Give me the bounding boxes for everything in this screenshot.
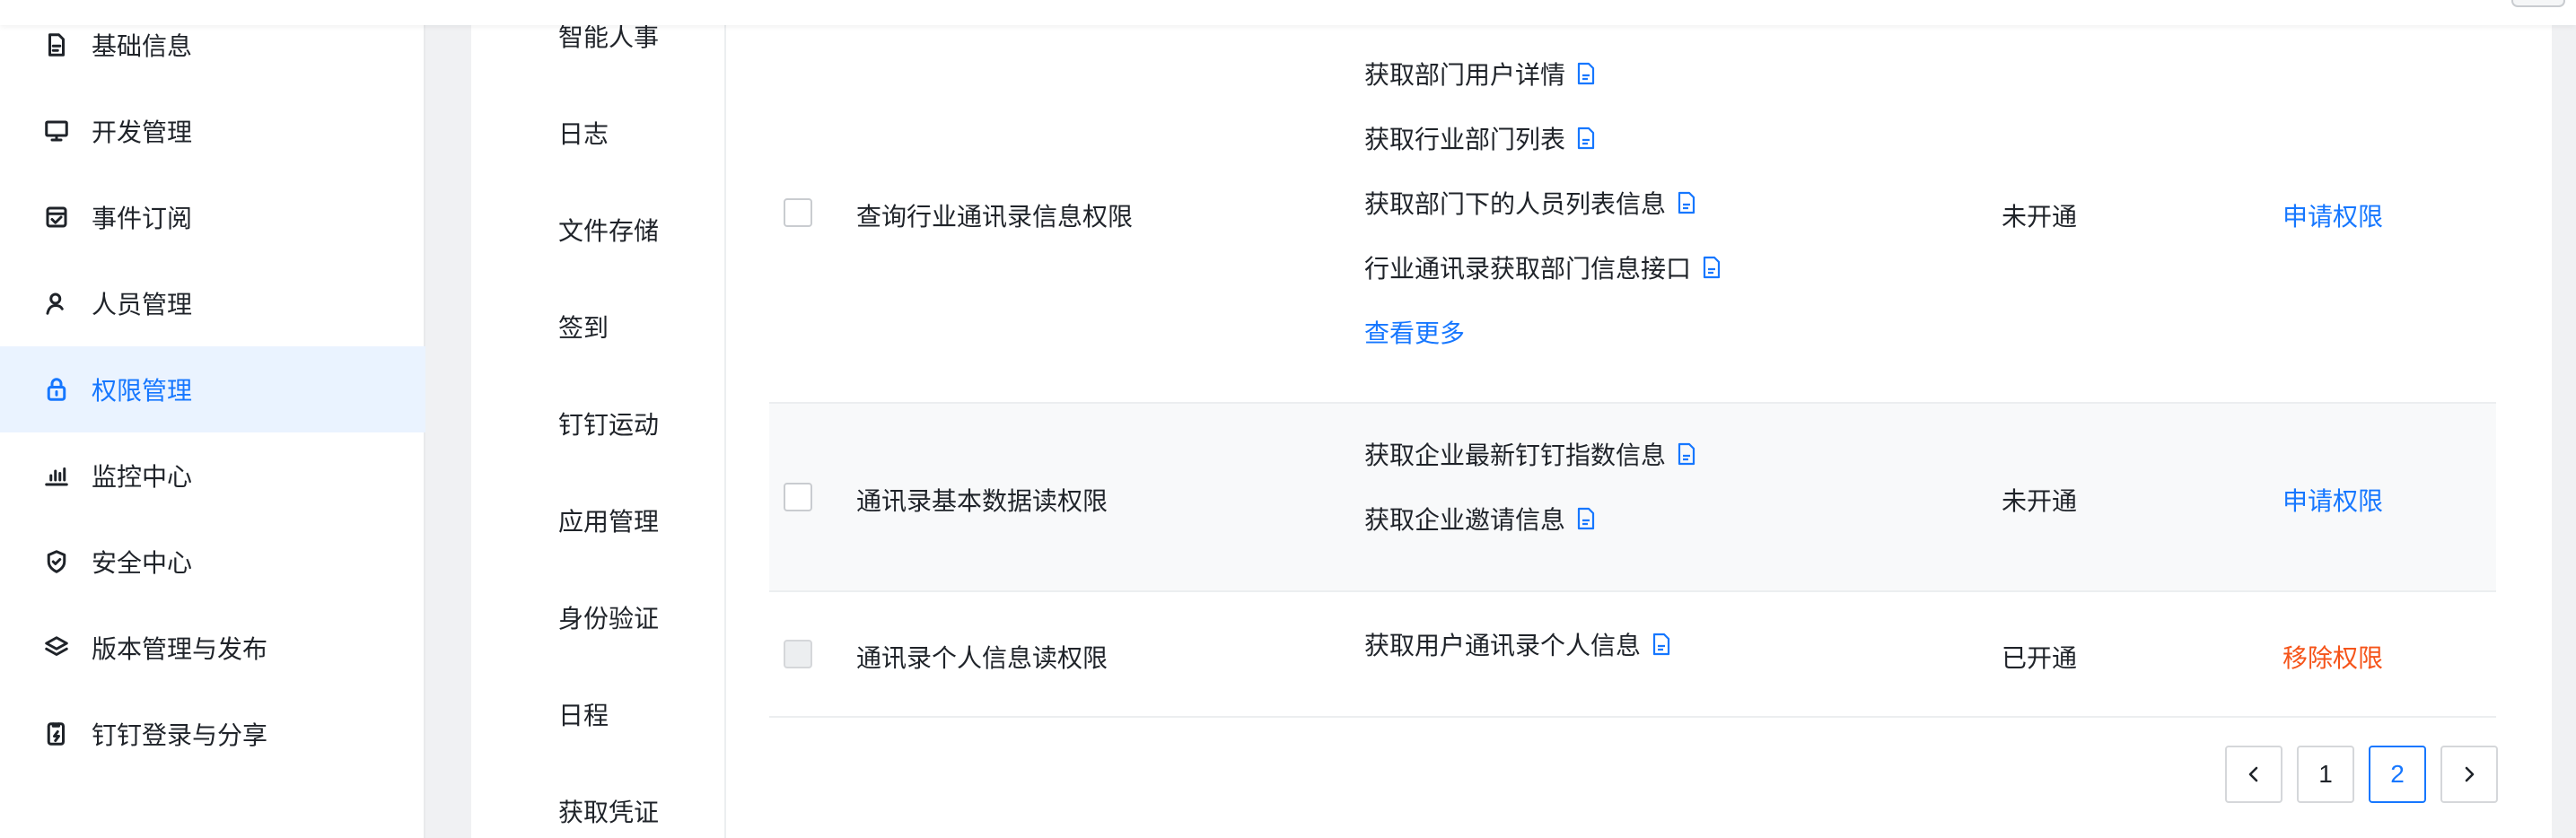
table-row: 查询行业通讯录信息权限 获取部门用户详情 获取行业部门列表 获取部门下的人员列表…	[769, 0, 2496, 404]
next-page-button[interactable]	[2440, 746, 2498, 803]
api-item: 获取行业部门列表	[1364, 120, 1596, 156]
shield-icon	[41, 546, 72, 577]
doc-link-icon[interactable]	[1576, 62, 1596, 85]
category-item[interactable]: 日程	[558, 696, 609, 732]
api-label: 获取行业部门列表	[1364, 126, 1566, 153]
row-checkbox	[784, 640, 812, 668]
api-label: 获取用户通讯录个人信息	[1364, 632, 1642, 659]
calendar-check-icon	[41, 202, 72, 232]
row-checkbox[interactable]	[784, 198, 812, 227]
status-text: 已开通	[2002, 644, 2078, 672]
page-button-2[interactable]: 2	[2369, 746, 2426, 803]
sidebar-item-login-share[interactable]: 钉钉登录与分享	[0, 691, 425, 777]
remove-permission-link[interactable]: 移除权限	[2282, 639, 2383, 675]
row-checkbox[interactable]	[784, 483, 812, 511]
sidebar-item-label: 监控中心	[92, 463, 193, 491]
api-label: 获取部门用户详情	[1364, 61, 1566, 89]
permission-name: 通讯录基本数据读权限	[856, 487, 1108, 515]
doc-link-icon[interactable]	[1677, 442, 1696, 466]
api-item: 获取部门下的人员列表信息	[1364, 185, 1696, 221]
category-item[interactable]: 日志	[558, 115, 609, 151]
doc-link-icon[interactable]	[1652, 633, 1671, 656]
chevron-right-icon	[2465, 766, 2475, 782]
api-label: 获取企业邀请信息	[1364, 506, 1566, 534]
api-item: 行业通讯录获取部门信息接口	[1364, 249, 1722, 285]
api-item: 获取企业邀请信息	[1364, 501, 1596, 537]
api-label: 行业通讯录获取部门信息接口	[1364, 255, 1692, 283]
doc-link-icon[interactable]	[1576, 127, 1596, 150]
chevron-left-icon	[2248, 766, 2258, 782]
sidebar-item-label: 版本管理与发布	[92, 635, 268, 663]
sidebar-item-event-subscription[interactable]: 事件订阅	[0, 174, 425, 260]
sidebar-item-permission-management[interactable]: 权限管理	[0, 346, 425, 432]
table-row: 通讯录基本数据读权限 获取企业最新钉钉指数信息 获取企业邀请信息 未开通 申请权…	[769, 404, 2496, 592]
permission-name: 通讯录个人信息读权限	[856, 644, 1108, 672]
sidebar-item-label: 钉钉登录与分享	[92, 721, 268, 749]
doc-link-icon[interactable]	[1702, 256, 1722, 279]
status-text: 未开通	[2002, 203, 2078, 231]
permission-table: 查询行业通讯录信息权限 获取部门用户详情 获取行业部门列表 获取部门下的人员列表…	[769, 0, 2498, 838]
category-list: 智能人事 日志 文件存储 签到 钉钉运动 应用管理 身份验证 日程 获取凭证	[471, 0, 726, 838]
sidebar-item-monitoring-center[interactable]: 监控中心	[0, 432, 425, 519]
sidebar-item-security-center[interactable]: 安全中心	[0, 519, 425, 605]
bar-chart-icon	[41, 460, 72, 491]
api-item: 获取部门用户详情	[1364, 56, 1596, 92]
layers-icon	[41, 633, 72, 663]
doc-link-icon[interactable]	[1576, 507, 1596, 530]
category-item[interactable]: 身份验证	[558, 599, 659, 635]
category-item[interactable]: 获取凭证	[558, 793, 659, 829]
pagination: 1 2	[2225, 746, 2498, 803]
phone-share-icon	[41, 719, 72, 749]
lock-icon	[41, 374, 72, 405]
sidebar-item-label: 权限管理	[92, 377, 193, 405]
sidebar-item-staff-management[interactable]: 人员管理	[0, 260, 425, 346]
top-bar	[0, 0, 2576, 25]
monitor-icon	[41, 116, 72, 146]
sidebar-item-label: 开发管理	[92, 118, 193, 146]
api-label: 获取企业最新钉钉指数信息	[1364, 441, 1667, 469]
sidebar-item-label: 事件订阅	[92, 205, 193, 232]
sidebar: 基础信息 开发管理 事件订阅 人员管理 权限管理 监控中心 安全中心 版本管理与…	[0, 0, 425, 838]
user-icon	[41, 288, 72, 319]
view-more-link[interactable]: 查看更多	[1364, 314, 1465, 350]
api-item: 获取用户通讯录个人信息	[1364, 626, 1671, 662]
sidebar-item-dev-management[interactable]: 开发管理	[0, 88, 425, 174]
apply-permission-link[interactable]: 申请权限	[2282, 482, 2383, 518]
category-item[interactable]: 签到	[558, 309, 609, 345]
document-icon	[41, 30, 72, 60]
api-label: 获取部门下的人员列表信息	[1364, 190, 1667, 218]
category-item[interactable]: 文件存储	[558, 212, 659, 248]
sidebar-item-label: 人员管理	[92, 291, 193, 319]
permission-name: 查询行业通讯录信息权限	[856, 203, 1134, 231]
sidebar-item-version-release[interactable]: 版本管理与发布	[0, 605, 425, 691]
doc-link-icon[interactable]	[1677, 191, 1696, 214]
category-item[interactable]: 钉钉运动	[558, 406, 659, 441]
main-panel: 智能人事 日志 文件存储 签到 钉钉运动 应用管理 身份验证 日程 获取凭证 查…	[471, 0, 2552, 838]
page-button-1[interactable]: 1	[2297, 746, 2354, 803]
table-row: 通讯录个人信息读权限 获取用户通讯录个人信息 已开通 移除权限	[769, 592, 2496, 718]
apply-permission-link[interactable]: 申请权限	[2282, 197, 2383, 233]
status-text: 未开通	[2002, 487, 2078, 515]
sidebar-item-label: 安全中心	[92, 549, 193, 577]
category-item[interactable]: 应用管理	[558, 502, 659, 538]
top-right-widget[interactable]	[2511, 0, 2565, 7]
prev-page-button[interactable]	[2225, 746, 2282, 803]
sidebar-item-label: 基础信息	[92, 32, 193, 60]
api-item: 获取企业最新钉钉指数信息	[1364, 436, 1696, 472]
